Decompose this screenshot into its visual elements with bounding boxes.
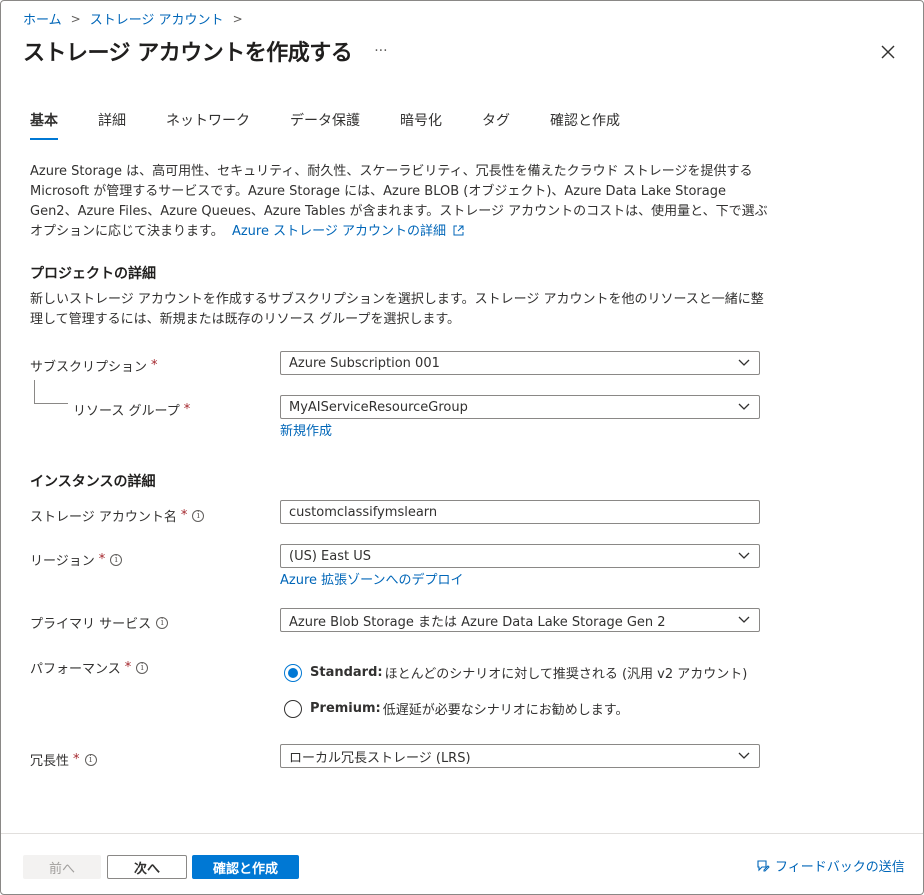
subscription-dropdown[interactable]: Azure Subscription 001 bbox=[280, 351, 760, 375]
external-link-icon bbox=[453, 225, 464, 236]
chevron-down-icon bbox=[738, 552, 750, 559]
subscription-label-text: サブスクリプション bbox=[30, 360, 148, 375]
premium-option-name: Premium: bbox=[310, 701, 381, 716]
performance-label-text: パフォーマンス bbox=[30, 662, 121, 677]
title-row: ストレージ アカウントを作成する ··· bbox=[23, 35, 388, 67]
info-icon[interactable]: i bbox=[110, 553, 123, 566]
performance-premium-radio[interactable]: Premium: 低遅延が必要なシナリオにお勧めします。 bbox=[284, 699, 628, 718]
required-marker: * bbox=[151, 358, 158, 373]
primary-service-dropdown[interactable]: Azure Blob Storage または Azure Data Lake S… bbox=[280, 608, 760, 632]
breadcrumb-chevron-icon: > bbox=[70, 11, 81, 26]
redundancy-dropdown[interactable]: ローカル冗長ストレージ (LRS) bbox=[280, 744, 760, 768]
primary-service-label-text: プライマリ サービス bbox=[30, 617, 152, 632]
primary-service-value: Azure Blob Storage または Azure Data Lake S… bbox=[289, 614, 666, 630]
required-marker: * bbox=[124, 660, 132, 675]
close-icon[interactable] bbox=[877, 41, 899, 63]
review-create-button[interactable]: 確認と作成 bbox=[192, 855, 299, 879]
chevron-down-icon bbox=[738, 359, 750, 366]
breadcrumb: ホーム > ストレージ アカウント > bbox=[23, 9, 252, 29]
radio-unselected-icon bbox=[284, 699, 302, 718]
tab-networking[interactable]: ネットワーク bbox=[166, 110, 250, 138]
redundancy-label: 冗長性 * i bbox=[30, 750, 97, 769]
info-icon[interactable]: i bbox=[136, 661, 149, 674]
required-marker: * bbox=[183, 402, 191, 417]
resource-group-dropdown[interactable]: MyAIServiceResourceGroup bbox=[280, 395, 760, 419]
resource-group-label: リソース グループ * bbox=[73, 400, 190, 419]
create-new-resource-group-link[interactable]: 新規作成 bbox=[280, 420, 332, 439]
redundancy-label-text: 冗長性 bbox=[30, 754, 70, 769]
feedback-icon bbox=[757, 859, 770, 871]
resource-group-label-text: リソース グループ bbox=[73, 404, 180, 419]
chevron-down-icon bbox=[738, 616, 750, 623]
required-marker: * bbox=[73, 752, 80, 767]
feedback-label: フィードバックの送信 bbox=[775, 860, 905, 875]
storage-account-name-label: ストレージ アカウント名 * i bbox=[30, 506, 205, 525]
project-details-heading: プロジェクトの詳細 bbox=[30, 266, 156, 282]
project-details-description: 新しいストレージ アカウントを作成するサブスクリプションを選択します。ストレージ… bbox=[30, 292, 764, 327]
tab-tags[interactable]: タグ bbox=[482, 110, 510, 138]
footer-divider bbox=[1, 833, 923, 834]
breadcrumb-home-link[interactable]: ホーム bbox=[23, 9, 62, 28]
tab-review-create[interactable]: 確認と作成 bbox=[550, 110, 620, 138]
required-marker: * bbox=[98, 552, 106, 567]
previous-button[interactable]: 前へ bbox=[23, 855, 101, 879]
edge-zone-deploy-link[interactable]: Azure 拡張ゾーンへのデプロイ bbox=[280, 569, 464, 588]
tab-encryption[interactable]: 暗号化 bbox=[400, 110, 442, 138]
breadcrumb-storage-accounts-link[interactable]: ストレージ アカウント bbox=[90, 9, 224, 28]
account-name-value: customclassifymslearn bbox=[289, 504, 438, 520]
account-name-label-text: ストレージ アカウント名 bbox=[30, 510, 177, 525]
radio-selected-icon bbox=[284, 663, 302, 682]
standard-option-name: Standard: bbox=[310, 665, 383, 680]
performance-standard-radio[interactable]: Standard: ほとんどのシナリオに対して推奨される (汎用 v2 アカウン… bbox=[284, 663, 747, 682]
performance-label: パフォーマンス * i bbox=[30, 658, 149, 677]
info-icon[interactable]: i bbox=[84, 753, 97, 766]
chevron-down-icon bbox=[738, 752, 750, 759]
tree-connector bbox=[34, 380, 68, 404]
create-storage-account-blade: ホーム > ストレージ アカウント > ストレージ アカウントを作成する ···… bbox=[0, 0, 924, 895]
storage-account-name-input[interactable]: customclassifymslearn bbox=[280, 500, 760, 524]
learn-more-label: Azure ストレージ アカウントの詳細 bbox=[231, 224, 446, 239]
instance-details-heading: インスタンスの詳細 bbox=[30, 474, 156, 490]
required-marker: * bbox=[180, 508, 188, 523]
send-feedback-link[interactable]: フィードバックの送信 bbox=[756, 856, 905, 875]
resource-group-value: MyAIServiceResourceGroup bbox=[289, 399, 468, 415]
subscription-value: Azure Subscription 001 bbox=[289, 355, 440, 371]
region-label: リージョン * i bbox=[30, 550, 123, 569]
standard-option-desc: ほとんどのシナリオに対して推奨される (汎用 v2 アカウント) bbox=[384, 667, 748, 682]
subscription-label: サブスクリプション * bbox=[30, 356, 158, 375]
breadcrumb-chevron-icon: > bbox=[232, 11, 243, 26]
info-icon[interactable]: i bbox=[156, 616, 169, 629]
info-icon[interactable]: i bbox=[192, 509, 205, 522]
tab-advanced[interactable]: 詳細 bbox=[98, 110, 126, 138]
redundancy-value: ローカル冗長ストレージ (LRS) bbox=[289, 750, 471, 766]
page-title: ストレージ アカウントを作成する bbox=[23, 41, 353, 66]
primary-service-label: プライマリ サービス i bbox=[30, 613, 169, 632]
intro-text: Azure Storage は、高可用性、セキュリティ、耐久性、スケーラビリティ… bbox=[30, 162, 770, 242]
chevron-down-icon bbox=[738, 403, 750, 410]
tab-basics[interactable]: 基本 bbox=[30, 110, 58, 140]
region-dropdown[interactable]: (US) East US bbox=[280, 544, 760, 568]
storage-account-learn-more-link[interactable]: Azure ストレージ アカウントの詳細 bbox=[232, 224, 464, 239]
premium-option-desc: 低遅延が必要なシナリオにお勧めします。 bbox=[382, 703, 629, 718]
more-options-icon[interactable]: ··· bbox=[374, 43, 387, 59]
region-value: (US) East US bbox=[289, 548, 371, 564]
tab-bar: 基本 詳細 ネットワーク データ保護 暗号化 タグ 確認と作成 bbox=[30, 110, 620, 140]
next-button[interactable]: 次へ bbox=[107, 855, 187, 879]
tab-data-protection[interactable]: データ保護 bbox=[290, 110, 360, 138]
region-label-text: リージョン bbox=[30, 554, 95, 569]
